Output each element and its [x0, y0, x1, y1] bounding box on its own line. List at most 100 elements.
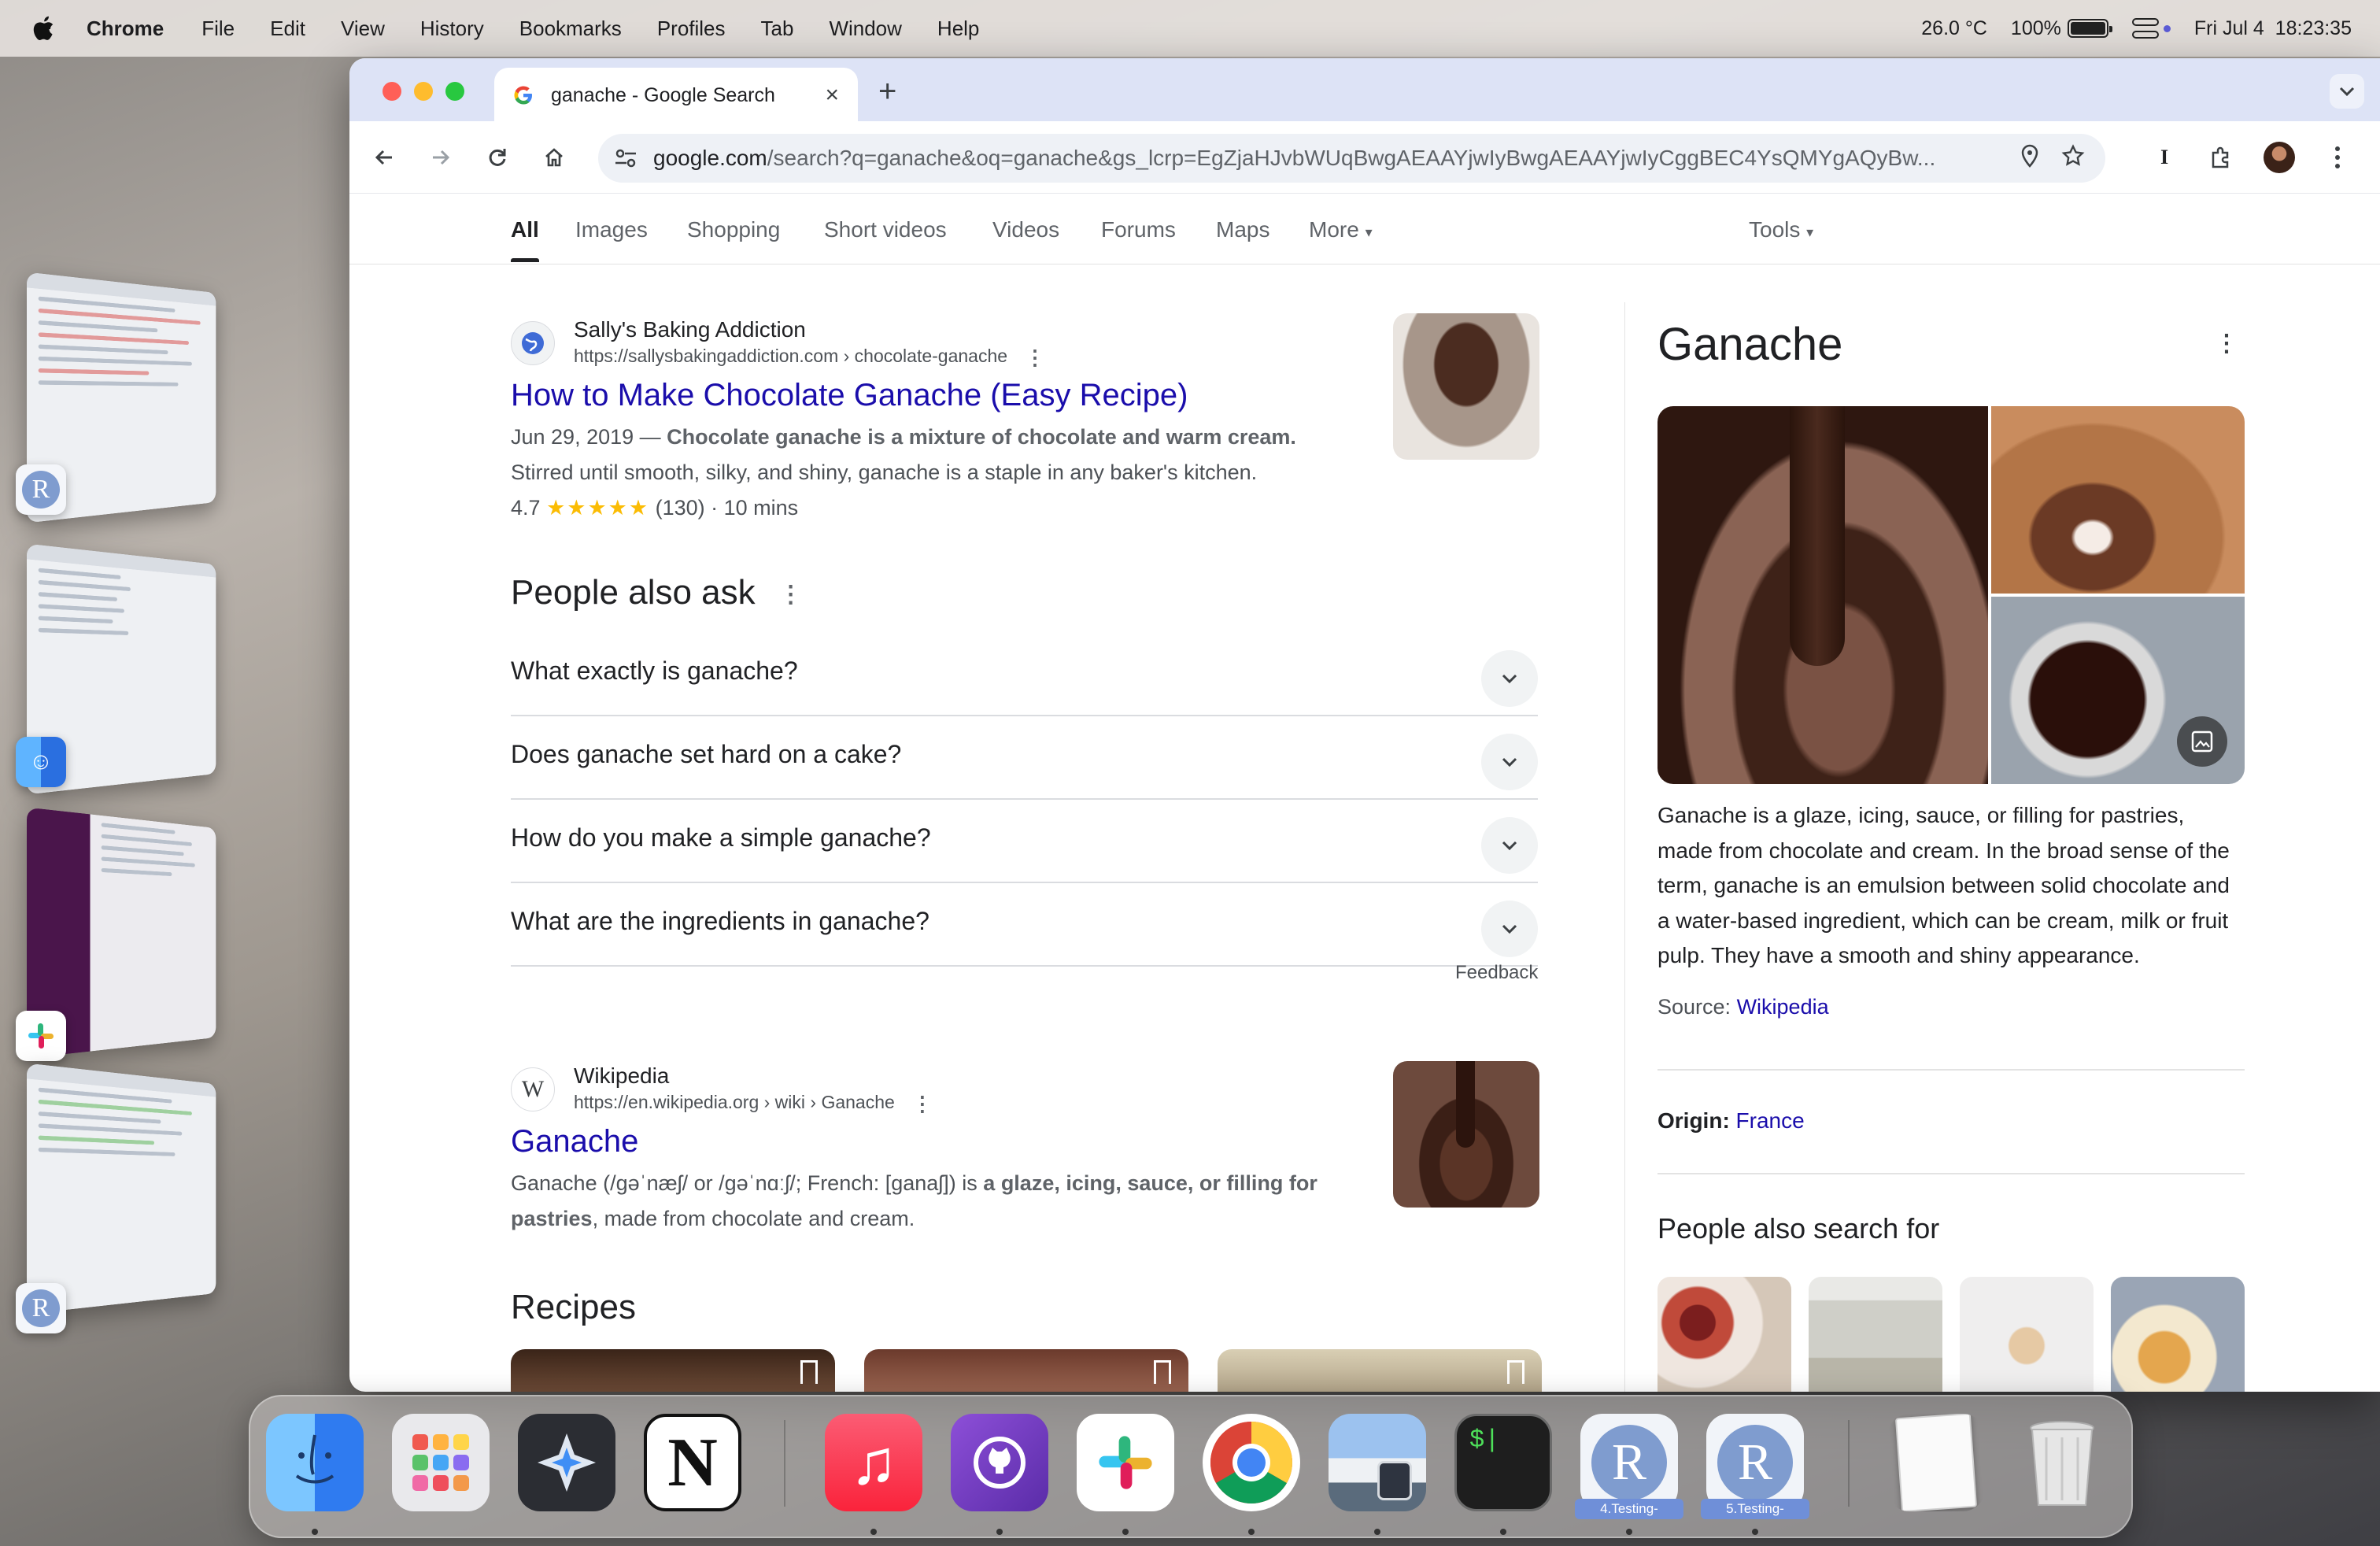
menu-app-chrome[interactable]: Chrome	[87, 17, 164, 41]
bookmark-icon[interactable]	[1154, 1360, 1171, 1384]
menu-window[interactable]: Window	[829, 17, 901, 41]
knowledge-panel-more-icon[interactable]: ⋮	[2215, 330, 2238, 357]
battery-status[interactable]: 100%	[2011, 17, 2112, 40]
menu-help[interactable]: Help	[937, 17, 979, 41]
source-label: Source:	[1658, 995, 1737, 1019]
menu-view[interactable]: View	[341, 17, 385, 41]
tab-ganache-search[interactable]: ganache - Google Search ×	[494, 68, 858, 123]
paa-question[interactable]: What exactly is ganache?	[511, 633, 1538, 716]
close-window-button[interactable]	[382, 82, 401, 101]
recipe-card[interactable]	[864, 1349, 1188, 1392]
bookmark-icon[interactable]	[1507, 1360, 1524, 1384]
stage-window-r-2[interactable]	[26, 1063, 216, 1315]
profile-avatar[interactable]	[2264, 142, 2295, 173]
temperature-status[interactable]: 26.0 °C	[1921, 17, 1987, 40]
reload-button[interactable]	[482, 142, 513, 173]
ganache-pour-thumbnail-image[interactable]	[1393, 1061, 1539, 1208]
dock-chrome-icon[interactable]	[1203, 1414, 1300, 1511]
feedback-link[interactable]: Feedback	[1455, 962, 1538, 984]
extensions-puzzle-icon[interactable]	[2205, 142, 2237, 173]
wikipedia-favicon-icon: W	[511, 1067, 555, 1111]
menu-tab[interactable]: Tab	[761, 17, 794, 41]
result-more-icon[interactable]: ⋮	[912, 1091, 933, 1116]
paa-more-icon[interactable]: ⋮	[779, 581, 803, 608]
paa-question[interactable]: What are the ingredients in ganache?	[511, 883, 1538, 967]
ganache-pour-image[interactable]	[1658, 406, 1988, 784]
result-url[interactable]: https://en.wikipedia.org › wiki › Ganach…	[574, 1092, 895, 1112]
tools-button[interactable]: Tools ▾	[1749, 217, 1813, 242]
bookmark-star-icon[interactable]	[2061, 143, 2085, 173]
dock-notion-icon[interactable]: N	[644, 1414, 741, 1511]
dock-documents-stack-icon[interactable]	[1887, 1414, 1985, 1511]
tools-label: Tools	[1749, 217, 1801, 242]
expand-chevron-icon[interactable]	[1481, 817, 1538, 874]
result-site-name[interactable]: Sally's Baking Addiction	[574, 316, 1045, 343]
dock-r-icon[interactable]: R	[1580, 1414, 1678, 1511]
extension-cursor-icon[interactable]: I	[2149, 142, 2180, 173]
chrome-menu-icon[interactable]	[2322, 142, 2353, 173]
related-search-card[interactable]	[1658, 1277, 1791, 1392]
recipe-card[interactable]	[1218, 1349, 1542, 1392]
bookmark-icon[interactable]	[800, 1360, 818, 1384]
forward-button[interactable]	[425, 142, 456, 173]
related-search-card[interactable]	[2111, 1277, 2245, 1392]
source-wikipedia-link[interactable]: Wikipedia	[1737, 995, 1829, 1019]
expand-chevron-icon[interactable]	[1481, 650, 1538, 707]
menu-file[interactable]: File	[201, 17, 235, 41]
origin-france-link[interactable]: France	[1736, 1108, 1805, 1133]
control-center-icon[interactable]	[2131, 18, 2171, 39]
ganache-bowl-image[interactable]	[1991, 597, 2245, 784]
dock-preview-icon[interactable]	[1329, 1414, 1426, 1511]
cupcake-thumbnail-image[interactable]	[1393, 313, 1539, 460]
menu-bookmarks[interactable]: Bookmarks	[519, 17, 622, 41]
result-title-link[interactable]: How to Make Chocolate Ganache (Easy Reci…	[511, 378, 1377, 413]
tab-images[interactable]: Images	[575, 217, 648, 242]
image-gallery-icon[interactable]	[2177, 716, 2227, 767]
dock-safari-preview-icon[interactable]	[518, 1414, 615, 1511]
related-search-card[interactable]	[1960, 1277, 2094, 1392]
paa-question[interactable]: How do you make a simple ganache?	[511, 800, 1538, 883]
related-search-card[interactable]	[1809, 1277, 1942, 1392]
result-title-link[interactable]: Ganache	[511, 1124, 1377, 1160]
address-bar[interactable]: google.com/search?q=ganache&oq=ganache&g…	[598, 134, 2105, 183]
location-pin-icon[interactable]	[2020, 144, 2039, 173]
paa-question[interactable]: Does ganache set hard on a cake?	[511, 716, 1538, 800]
result-more-icon[interactable]: ⋮	[1025, 345, 1045, 370]
site-info-icon[interactable]	[598, 148, 653, 168]
whipped-ganache-image[interactable]	[1991, 406, 2245, 594]
tab-short-videos[interactable]: Short videos	[824, 217, 947, 242]
home-button[interactable]	[538, 142, 570, 173]
expand-chevron-icon[interactable]	[1481, 901, 1538, 957]
apple-menu-icon[interactable]	[0, 15, 87, 42]
clock[interactable]: Fri Jul 4 18:23:35	[2194, 17, 2352, 40]
dock-github-desktop-icon[interactable]	[951, 1414, 1048, 1511]
search-result-sally: Sally's Baking Addiction https://sallysb…	[511, 316, 1377, 526]
recipe-card[interactable]	[511, 1349, 835, 1392]
expand-chevron-icon[interactable]	[1481, 734, 1538, 790]
result-url[interactable]: https://sallysbakingaddiction.com › choc…	[574, 346, 1007, 366]
tab-all[interactable]: All	[511, 217, 539, 262]
dock-terminal-icon[interactable]: $|	[1454, 1414, 1552, 1511]
tab-search-chevron-icon[interactable]	[2330, 74, 2364, 109]
menu-profiles[interactable]: Profiles	[657, 17, 726, 41]
menu-edit[interactable]: Edit	[270, 17, 305, 41]
tab-more[interactable]: More ▾	[1309, 217, 1373, 242]
tab-maps[interactable]: Maps	[1216, 217, 1269, 242]
menu-history[interactable]: History	[420, 17, 484, 41]
search-filter-tabs: All Images Shopping Short videos Videos …	[349, 194, 2380, 264]
close-tab-icon[interactable]: ×	[825, 82, 839, 109]
dock-launchpad-icon[interactable]	[392, 1414, 490, 1511]
dock-finder-icon[interactable]	[266, 1414, 364, 1511]
dock-trash-icon[interactable]	[2013, 1414, 2111, 1511]
dock-music-icon[interactable]: ♫	[825, 1414, 922, 1511]
tab-forums[interactable]: Forums	[1101, 217, 1176, 242]
zoom-window-button[interactable]	[445, 82, 464, 101]
new-tab-button[interactable]: +	[878, 74, 896, 109]
dock-slack-icon[interactable]	[1077, 1414, 1174, 1511]
minimize-window-button[interactable]	[414, 82, 433, 101]
tab-shopping[interactable]: Shopping	[687, 217, 780, 242]
tab-videos[interactable]: Videos	[992, 217, 1059, 242]
back-button[interactable]	[368, 142, 400, 173]
result-site-name[interactable]: Wikipedia	[574, 1063, 933, 1089]
dock-r-icon[interactable]: R	[1706, 1414, 1804, 1511]
